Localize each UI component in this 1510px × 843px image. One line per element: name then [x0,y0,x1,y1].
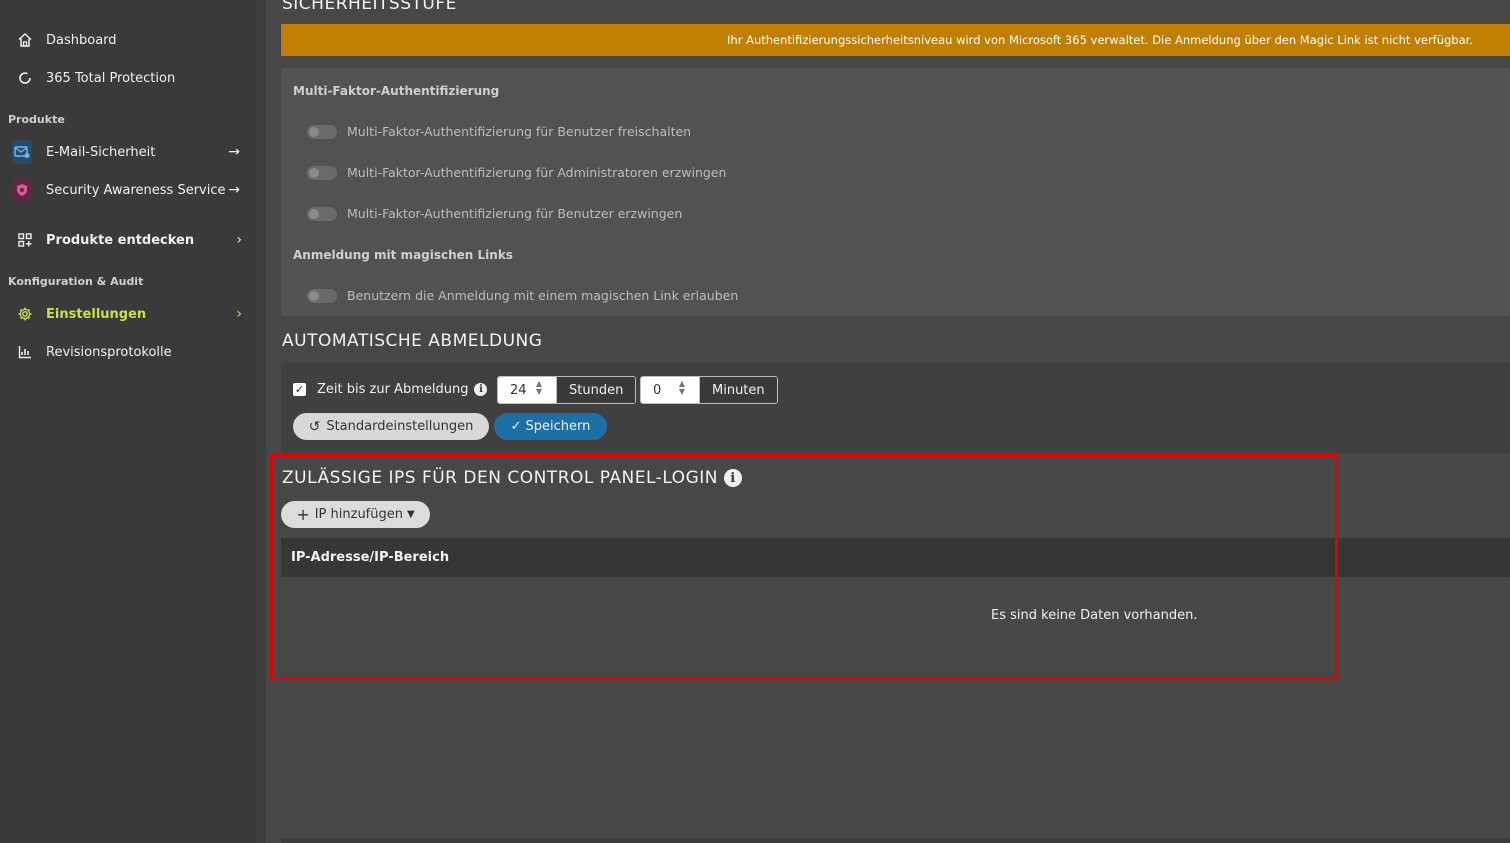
magic-link-title: Anmeldung mit magischen Links [293,248,513,262]
chevron-right-icon: › [236,306,242,322]
sidebar-item-365-total-protection[interactable]: 365 Total Protection [0,61,256,95]
reset-icon: ↺ [308,418,321,435]
sidebar: Dashboard 365 Total Protection Produkte … [0,0,256,843]
minutes-input[interactable]: 0 ▲ ▼ [641,377,699,403]
arrow-right-icon: → [228,144,240,160]
toggle-switch[interactable] [307,288,337,303]
main-content: SICHERHEITSSTUFE Ihr Authentifizierungss… [266,0,1510,843]
hours-unit: Stunden [556,377,636,403]
sidebar-item-dashboard[interactable]: Dashboard [0,23,256,57]
security-level-card: Multi-Faktor-Authentifizierung Multi-Fak… [281,68,1510,316]
mail-shield-icon-wrap [12,140,32,164]
toggle-switch[interactable] [307,206,337,221]
toggle-switch[interactable] [307,124,337,139]
sidebar-item-label: Einstellungen [46,306,147,322]
sidebar-item-label: Dashboard [46,32,117,48]
next-section-edge [281,838,1510,843]
grid-plus-icon [15,230,35,250]
gear-icon [15,304,35,324]
sidebar-item-label: Security Awareness Service [46,182,226,198]
logout-checkbox[interactable]: ✓ [293,383,306,396]
mfa-option-admins: Multi-Faktor-Authentifizierung für Admin… [307,165,726,180]
security-level-heading: SICHERHEITSSTUFE [282,0,457,14]
sidebar-item-audit-logs[interactable]: Revisionsprotokolle [0,335,256,369]
chevron-right-icon: › [236,232,242,248]
save-label: Speichern [525,419,591,434]
arrow-right-icon: → [228,182,240,198]
awareness-shield-icon [12,178,32,202]
mfa-title: Multi-Faktor-Authentifizierung [293,84,500,98]
stepper-arrows-icon[interactable]: ▲ ▼ [679,380,685,396]
highlight-box [270,454,1338,680]
toggle-label: Multi-Faktor-Authentifizierung für Benut… [347,124,692,139]
hours-value: 24 [510,382,527,398]
sidebar-item-label: Revisionsprotokolle [46,344,172,360]
auto-logout-card: ✓ Zeit bis zur Abmeldung i 24 ▲ ▼ Stunden… [281,363,1510,453]
sidebar-section-products: Produkte [8,113,65,126]
sidebar-item-settings[interactable]: Einstellungen › [0,297,256,331]
toggle-switch[interactable] [307,165,337,180]
mail-shield-icon [12,140,32,164]
sidebar-item-discover-products[interactable]: Produkte entdecken › [0,223,256,257]
toggle-label: Benutzern die Anmeldung mit einem magisc… [347,288,739,303]
hours-input[interactable]: 24 ▲ ▼ [498,377,556,403]
mfa-option-unlock: Multi-Faktor-Authentifizierung für Benut… [307,124,691,139]
chart-icon [15,342,35,362]
sidebar-item-email-security[interactable]: E-Mail-Sicherheit → [0,135,256,169]
awareness-shield-icon-wrap [12,178,32,202]
minutes-stepper[interactable]: 0 ▲ ▼ Minuten [640,376,778,404]
toggle-label: Multi-Faktor-Authentifizierung für Benut… [347,206,683,221]
default-settings-label: Standardeinstellungen [326,419,474,434]
default-settings-button[interactable]: ↺ Standardeinstellungen [293,413,489,440]
toggle-label: Multi-Faktor-Authentifizierung für Admin… [347,165,727,180]
home-icon [15,30,35,50]
sidebar-item-label: Produkte entdecken [46,232,195,248]
logout-label-text: Zeit bis zur Abmeldung [317,382,469,397]
security-banner: Ihr Authentifizierungssicherheitsniveau … [281,24,1510,56]
sidebar-gutter [256,0,266,843]
sidebar-item-label: E-Mail-Sicherheit [46,144,156,160]
stepper-arrows-icon[interactable]: ▲ ▼ [536,380,542,396]
hours-stepper[interactable]: 24 ▲ ▼ Stunden [497,376,637,404]
sidebar-section-config: Konfiguration & Audit [8,275,144,288]
minutes-unit: Minuten [699,377,777,403]
sidebar-item-security-awareness[interactable]: Security Awareness Service → [0,173,256,207]
circle-icon [15,68,35,88]
check-icon: ✓ [510,419,522,434]
minutes-value: 0 [653,382,662,398]
auto-logout-heading: AUTOMATISCHE ABMELDUNG [282,331,543,351]
mfa-option-users: Multi-Faktor-Authentifizierung für Benut… [307,206,682,221]
sidebar-item-label: 365 Total Protection [46,70,176,86]
save-button[interactable]: ✓ Speichern [494,413,607,440]
info-icon[interactable]: i [474,383,488,396]
logout-label: Zeit bis zur Abmeldung i [317,382,488,397]
magic-link-option: Benutzern die Anmeldung mit einem magisc… [307,288,738,303]
